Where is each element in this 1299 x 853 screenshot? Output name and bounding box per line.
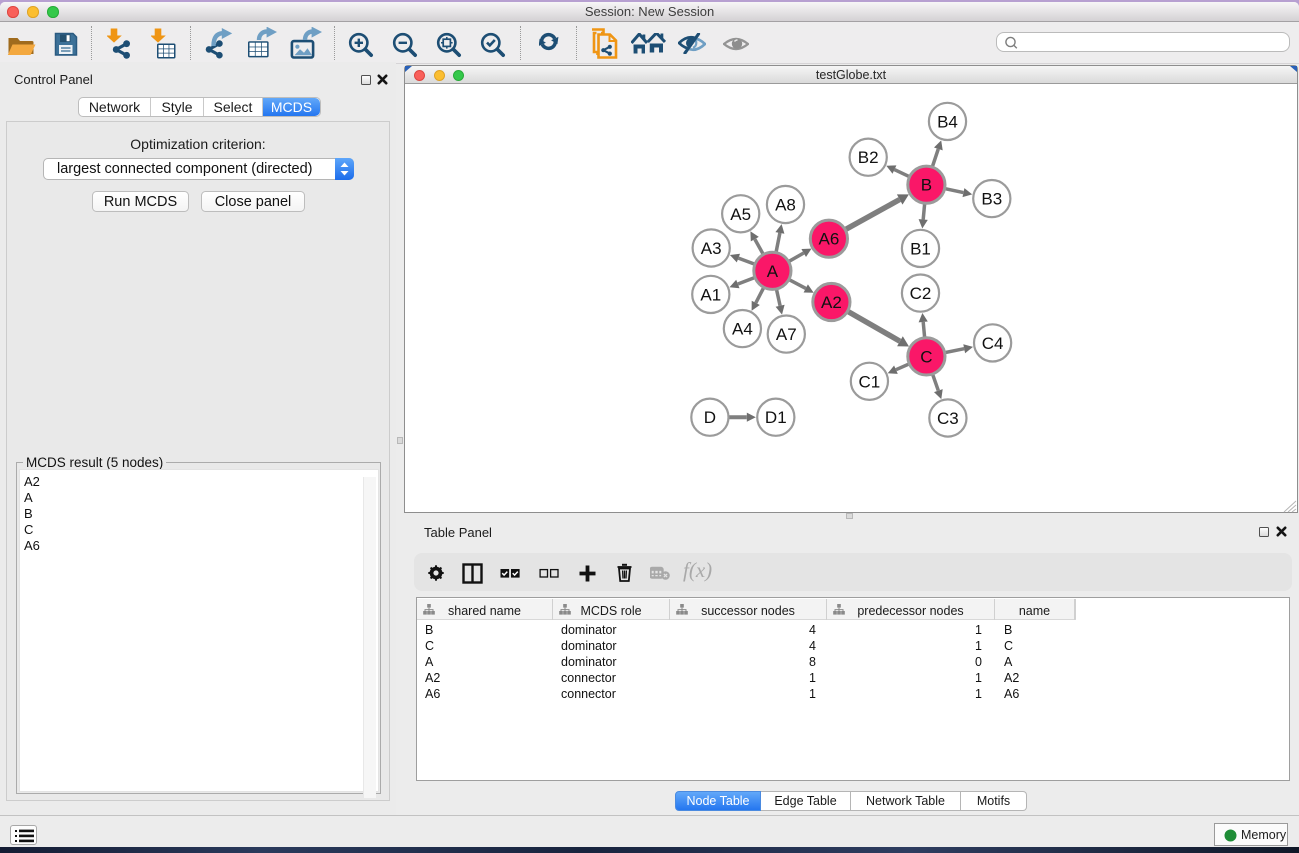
- svg-text:B1: B1: [910, 239, 931, 258]
- svg-text:A2: A2: [821, 293, 842, 312]
- svg-text:D1: D1: [765, 408, 787, 427]
- svg-text:B4: B4: [937, 112, 958, 131]
- svg-text:A4: A4: [732, 320, 753, 339]
- svg-text:C1: C1: [859, 372, 881, 391]
- svg-text:A7: A7: [776, 325, 797, 344]
- svg-text:C: C: [920, 347, 932, 366]
- svg-text:B2: B2: [858, 148, 879, 167]
- svg-text:D: D: [704, 408, 716, 427]
- svg-text:C4: C4: [982, 334, 1004, 353]
- svg-text:A1: A1: [700, 285, 721, 304]
- svg-text:A: A: [767, 262, 779, 281]
- svg-text:C2: C2: [910, 284, 932, 303]
- svg-text:B: B: [921, 176, 932, 195]
- svg-text:A8: A8: [775, 196, 796, 215]
- svg-text:A3: A3: [701, 239, 722, 258]
- svg-text:A5: A5: [730, 205, 751, 224]
- svg-text:C3: C3: [937, 409, 959, 428]
- svg-text:A6: A6: [819, 230, 840, 249]
- svg-text:B3: B3: [981, 190, 1002, 209]
